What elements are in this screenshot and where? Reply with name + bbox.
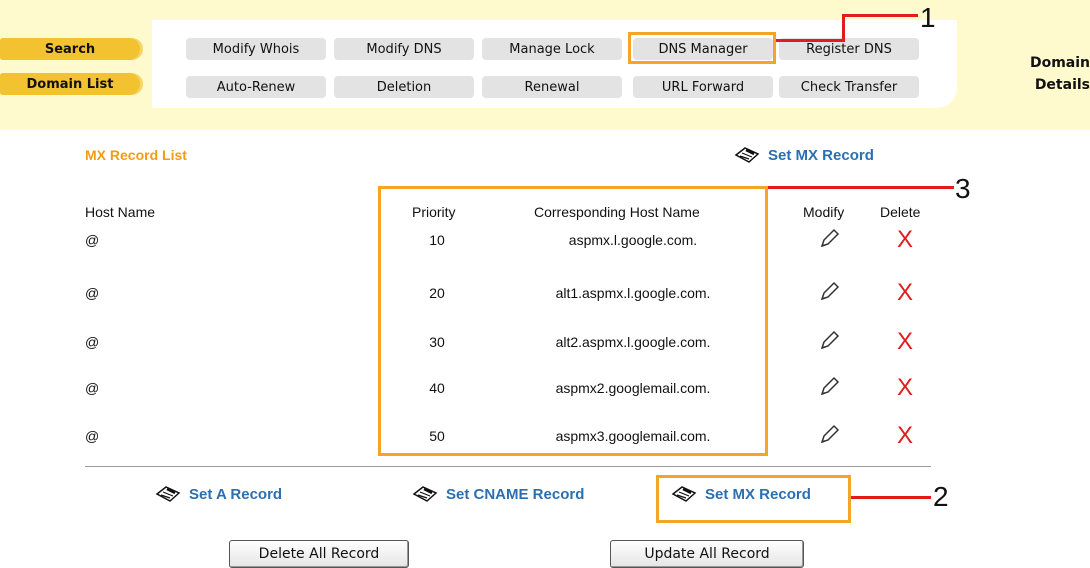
tab-renewal[interactable]: Renewal bbox=[482, 76, 622, 98]
callout-1-number: 1 bbox=[920, 2, 936, 33]
col-host-name: Host Name bbox=[85, 204, 156, 220]
pencil-icon[interactable] bbox=[818, 228, 840, 250]
set-cname-record-link[interactable]: Set CNAME Record bbox=[412, 485, 584, 503]
edit-record-icon bbox=[734, 147, 760, 163]
pencil-icon[interactable] bbox=[818, 376, 840, 398]
highlight-mx-columns bbox=[378, 186, 768, 456]
search-button[interactable]: Search bbox=[0, 38, 140, 60]
delete-x-icon[interactable]: X bbox=[897, 328, 913, 356]
separator-line bbox=[85, 466, 931, 467]
delete-x-icon[interactable]: X bbox=[897, 374, 913, 402]
callout-1-line-vertical bbox=[842, 14, 845, 42]
highlight-dns-manager bbox=[628, 32, 776, 64]
mx-record-list-title: MX Record List bbox=[85, 147, 187, 163]
delete-x-icon[interactable]: X bbox=[897, 422, 913, 450]
pencil-icon[interactable] bbox=[818, 281, 840, 303]
edit-record-icon bbox=[155, 486, 181, 502]
set-mx-record-link-top[interactable]: Set MX Record bbox=[734, 146, 874, 164]
pencil-icon[interactable] bbox=[818, 424, 840, 446]
callout-3-line bbox=[768, 186, 954, 189]
set-mx-record-top-label: Set MX Record bbox=[768, 146, 874, 164]
col-modify: Modify bbox=[803, 204, 845, 220]
col-delete: Delete bbox=[880, 204, 921, 220]
host-cell: @ bbox=[85, 380, 100, 396]
tab-modify-dns[interactable]: Modify DNS bbox=[334, 38, 474, 60]
pencil-icon[interactable] bbox=[818, 330, 840, 352]
domain-details-line1: Domain bbox=[1029, 55, 1090, 71]
delete-x-icon[interactable]: X bbox=[897, 226, 913, 254]
domain-list-label: Domain List bbox=[26, 76, 114, 92]
tab-modify-whois[interactable]: Modify Whois bbox=[186, 38, 326, 60]
edit-record-icon bbox=[412, 486, 438, 502]
set-a-record-link[interactable]: Set A Record bbox=[155, 485, 282, 503]
host-cell: @ bbox=[85, 285, 100, 301]
delete-x-icon[interactable]: X bbox=[897, 279, 913, 307]
tab-manage-lock[interactable]: Manage Lock bbox=[482, 38, 622, 60]
tab-deletion[interactable]: Deletion bbox=[334, 76, 474, 98]
host-cell: @ bbox=[85, 232, 100, 248]
callout-1-line-top bbox=[842, 14, 918, 17]
callout-3-number: 3 bbox=[955, 173, 971, 204]
callout-2-line bbox=[851, 496, 931, 499]
host-cell: @ bbox=[85, 428, 100, 444]
set-a-record-label: Set A Record bbox=[189, 485, 283, 503]
tab-auto-renew[interactable]: Auto-Renew bbox=[186, 76, 326, 98]
highlight-set-mx-record bbox=[656, 475, 851, 523]
callout-1-line bbox=[776, 39, 844, 42]
host-cell: @ bbox=[85, 334, 100, 350]
set-cname-record-label: Set CNAME Record bbox=[446, 485, 585, 503]
domain-details-heading: Domain Details bbox=[1014, 52, 1090, 96]
tab-url-forward[interactable]: URL Forward bbox=[633, 76, 773, 98]
search-label: Search bbox=[44, 41, 96, 57]
domain-list-button[interactable]: Domain List bbox=[0, 73, 140, 95]
domain-details-line2: Details bbox=[1034, 77, 1090, 93]
callout-2-number: 2 bbox=[933, 481, 949, 512]
tab-check-transfer[interactable]: Check Transfer bbox=[779, 76, 919, 98]
